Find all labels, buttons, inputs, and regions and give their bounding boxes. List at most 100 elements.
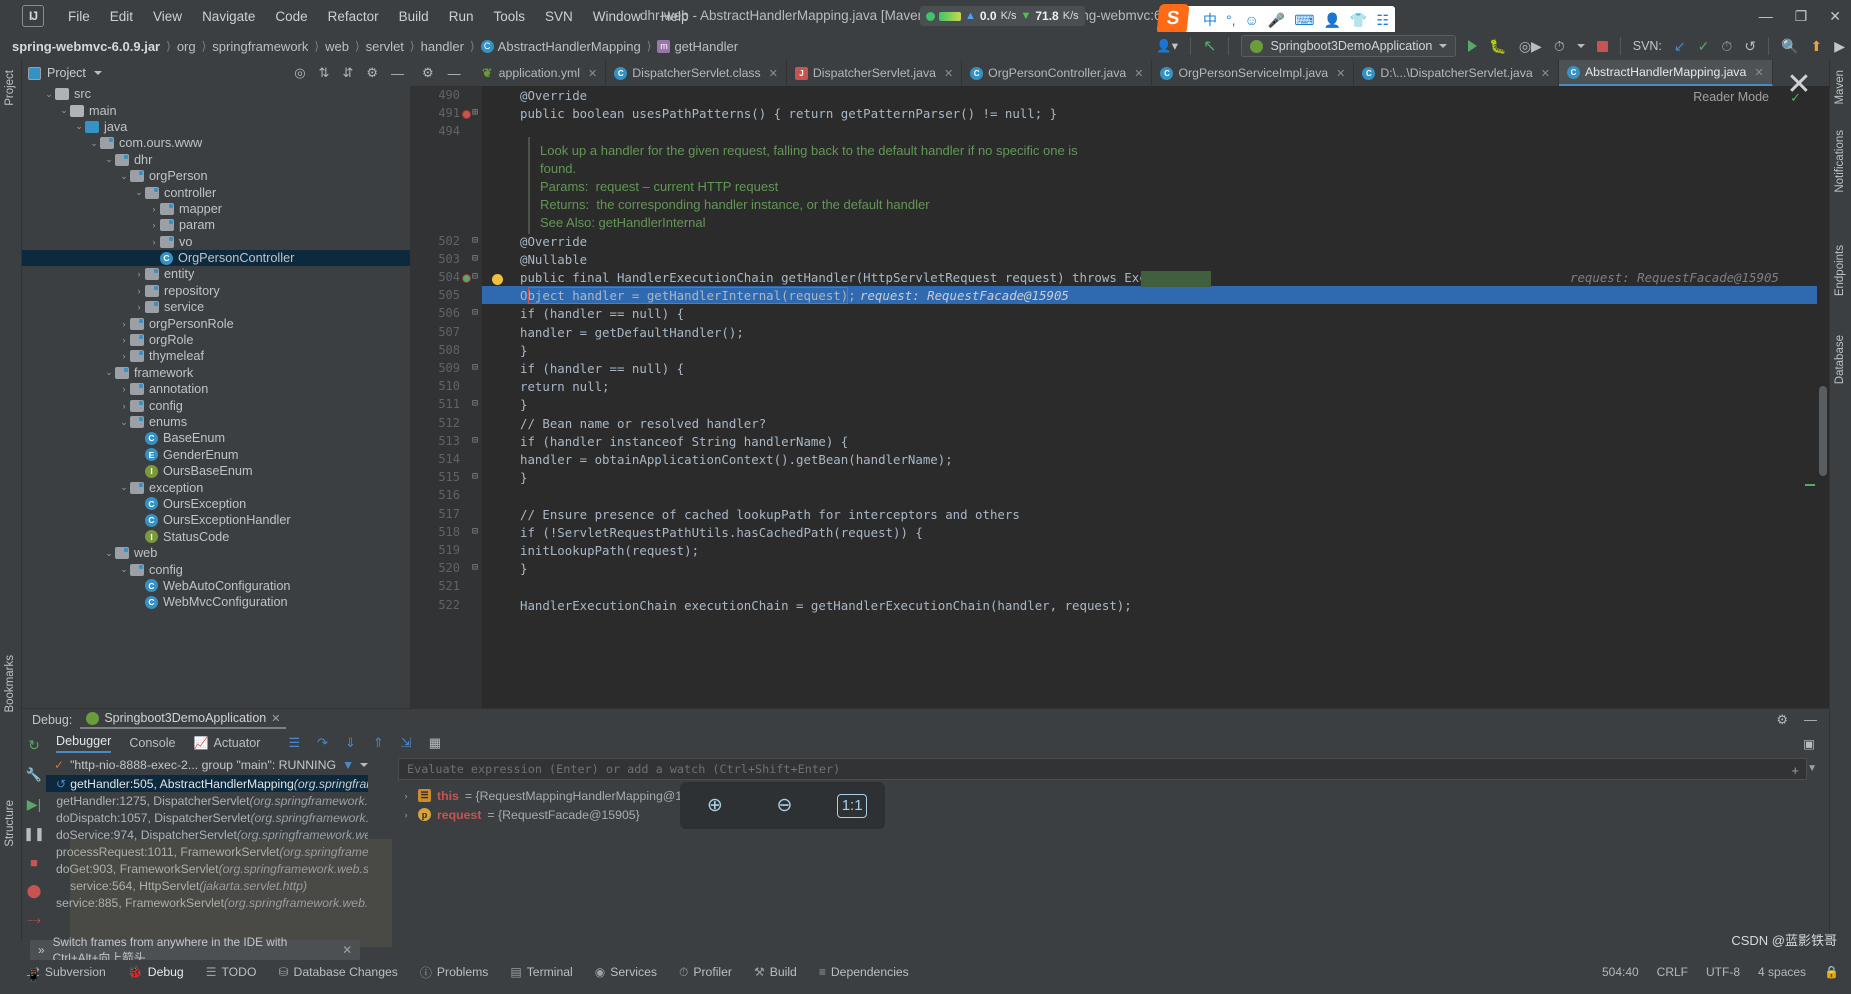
sidebar-item-project[interactable]: Project bbox=[4, 70, 16, 106]
step-out-icon[interactable]: ⇑ bbox=[373, 735, 384, 751]
file-encoding[interactable]: UTF-8 bbox=[1706, 965, 1740, 979]
breadcrumb-item-handler[interactable]: handler bbox=[421, 39, 464, 54]
indent-setting[interactable]: 4 spaces bbox=[1758, 965, 1806, 979]
reader-mode-label[interactable]: Reader Mode bbox=[1693, 90, 1769, 104]
settings-icon[interactable]: ⚙ bbox=[366, 65, 378, 81]
scrollbar-thumb[interactable] bbox=[1819, 386, 1827, 476]
chevron-down-icon[interactable]: ⌄ bbox=[118, 417, 130, 428]
code-line[interactable]: if (handler == null) { bbox=[520, 306, 684, 321]
code-line[interactable]: @Override bbox=[520, 88, 587, 103]
close-icon[interactable]: ✕ bbox=[271, 712, 280, 725]
tree-item-src[interactable]: ⌄ src bbox=[22, 86, 410, 102]
tree-item-orgperson[interactable]: ⌄ orgPerson bbox=[22, 168, 410, 184]
svn-commit-icon[interactable]: ✓ bbox=[1698, 38, 1710, 55]
code-line[interactable]: } bbox=[520, 561, 527, 576]
stack-frame-row[interactable]: processRequest:1011, FrameworkServlet (o… bbox=[46, 843, 368, 860]
breadcrumb-item-servlet[interactable]: servlet bbox=[366, 39, 404, 54]
svn-update-icon[interactable]: ↙ bbox=[1674, 38, 1686, 55]
chevron-right-icon[interactable]: › bbox=[118, 319, 130, 329]
zoom-in-icon[interactable]: ⊕ bbox=[698, 789, 732, 823]
menu-item-refactor[interactable]: Refactor bbox=[318, 5, 389, 28]
tree-item-main[interactable]: ⌄ main bbox=[22, 102, 410, 118]
chevron-down-icon[interactable]: ⌄ bbox=[118, 482, 130, 493]
tool-window-button-profiler[interactable]: ⏱ Profiler bbox=[679, 965, 732, 980]
chevron-down-icon[interactable]: ⌄ bbox=[103, 154, 115, 165]
tree-item-oursexceptionhandler[interactable]: C OursExceptionHandler bbox=[22, 512, 410, 528]
code-line[interactable]: @Override bbox=[520, 234, 587, 249]
caret-position[interactable]: 504:40 bbox=[1602, 965, 1639, 979]
layout-settings-icon[interactable]: ▣ bbox=[1803, 736, 1829, 751]
lock-icon[interactable]: 🔒 bbox=[1824, 965, 1839, 979]
toast-expand-icon[interactable]: » bbox=[38, 943, 45, 957]
close-button[interactable]: ✕ bbox=[1829, 8, 1841, 25]
ime-user-icon[interactable]: 👤 bbox=[1323, 13, 1340, 27]
view-breakpoints-icon[interactable]: ⬤ bbox=[27, 883, 42, 899]
editor-tab-d------dispatcherservlet-java[interactable]: C D:\...\DispatcherServlet.java ✕ bbox=[1354, 60, 1559, 86]
chevron-down-icon[interactable]: ⌄ bbox=[43, 89, 55, 100]
stack-frame-row[interactable]: doService:974, DispatcherServlet (org.sp… bbox=[46, 826, 368, 843]
tool-window-button-todo[interactable]: ☰ TODO bbox=[206, 965, 257, 979]
menu-item-tools[interactable]: Tools bbox=[483, 5, 535, 28]
tree-item-com-ours-www[interactable]: ⌄ com.ours.www bbox=[22, 135, 410, 151]
sidebar-item-database[interactable]: Database bbox=[1834, 335, 1846, 384]
code-line[interactable]: Params: request – current HTTP request bbox=[540, 179, 778, 194]
resume-program-icon[interactable]: ▶| bbox=[27, 796, 41, 813]
variable-row[interactable]: › p request = {RequestFacade@15905} bbox=[392, 805, 1829, 824]
menu-item-run[interactable]: Run bbox=[439, 5, 484, 28]
chevron-down-icon[interactable]: ⌄ bbox=[73, 121, 85, 132]
close-icon[interactable]: ✕ bbox=[1781, 68, 1817, 104]
ime-punctuation-icon[interactable]: °, bbox=[1226, 13, 1236, 27]
editor-tab-dispatcherservlet-java[interactable]: J DispatcherServlet.java ✕ bbox=[787, 60, 963, 86]
chevron-right-icon[interactable]: › bbox=[118, 384, 130, 394]
hide-panel-icon[interactable]: — bbox=[391, 66, 404, 81]
code-folding-icon[interactable]: ⊟ bbox=[472, 398, 478, 409]
tree-item-web[interactable]: ⌄ web bbox=[22, 545, 410, 561]
run-coverage-button[interactable]: ◎▶ bbox=[1519, 38, 1542, 55]
code-line[interactable]: } bbox=[520, 343, 527, 358]
editor-tab-orgpersoncontroller-java[interactable]: C OrgPersonController.java ✕ bbox=[962, 60, 1153, 86]
tool-window-button-dependencies[interactable]: ≡ Dependencies bbox=[819, 965, 909, 979]
close-icon[interactable]: ✕ bbox=[769, 67, 778, 80]
hide-panel-icon[interactable]: — bbox=[1804, 712, 1817, 728]
tree-item-oursbaseenum[interactable]: I OursBaseEnum bbox=[22, 463, 410, 479]
tree-item-thymeleaf[interactable]: › thymeleaf bbox=[22, 348, 410, 364]
ime-voice-icon[interactable]: 🎤 bbox=[1268, 13, 1285, 27]
sidebar-item-endpoints[interactable]: Endpoints bbox=[1834, 245, 1846, 296]
code-line[interactable]: public boolean usesPathPatterns() { retu… bbox=[520, 106, 1057, 121]
menu-item-edit[interactable]: Edit bbox=[100, 5, 143, 28]
editor-tab-dispatcherservlet-class[interactable]: C DispatcherServlet.class ✕ bbox=[606, 60, 787, 86]
tree-item-annotation[interactable]: › annotation bbox=[22, 381, 410, 397]
chevron-down-icon[interactable]: ⌄ bbox=[88, 138, 100, 149]
code-folding-icon[interactable]: ⊟ bbox=[472, 362, 478, 373]
add-watch-icon[interactable]: + bbox=[1791, 763, 1799, 778]
tree-item-dhr[interactable]: ⌄ dhr bbox=[22, 152, 410, 168]
minimize-button[interactable]: — bbox=[1759, 8, 1773, 24]
code-line[interactable]: HandlerExecutionChain executionChain = g… bbox=[520, 598, 1132, 613]
sync-icon[interactable]: ▶ bbox=[1834, 38, 1845, 55]
tree-item-statuscode[interactable]: I StatusCode bbox=[22, 529, 410, 545]
menu-item-file[interactable]: File bbox=[58, 5, 100, 28]
stack-frame-row[interactable]: getHandler:1275, DispatcherServlet (org.… bbox=[46, 792, 368, 809]
code-line[interactable]: } bbox=[520, 397, 527, 412]
code-line[interactable]: Look up a handler for the given request,… bbox=[540, 143, 1078, 158]
collapse-all-icon[interactable]: ⇵ bbox=[342, 65, 353, 81]
code-line[interactable]: } bbox=[520, 470, 527, 485]
code-folding-icon[interactable]: ⊟ bbox=[472, 471, 478, 482]
filter-icon[interactable]: ▼ bbox=[342, 758, 354, 772]
breadcrumb-item-class[interactable]: AbstractHandlerMapping bbox=[498, 39, 641, 54]
variable-row[interactable]: › ☰ this = {RequestMappingHandlerMapping@15… bbox=[392, 786, 1829, 805]
code-line[interactable]: handler = getDefaultHandler(); bbox=[520, 325, 744, 340]
close-icon[interactable]: ✕ bbox=[1336, 67, 1345, 80]
maximize-button[interactable]: ❐ bbox=[1795, 8, 1808, 25]
breadcrumb-item-springframework[interactable]: springframework bbox=[212, 39, 308, 54]
project-tree[interactable]: ⌄ src ⌄ main ⌄ java ⌄ com.ours.www ⌄ dhr ⌄ orgPerso… bbox=[22, 86, 410, 706]
stop-icon[interactable]: ■ bbox=[30, 855, 38, 870]
stack-frame-row[interactable]: service:885, FrameworkServlet (org.sprin… bbox=[46, 894, 368, 911]
tree-item-orgrole[interactable]: › orgRole bbox=[22, 332, 410, 348]
code-line[interactable]: @Nullable bbox=[520, 252, 587, 267]
intention-bulb-icon[interactable] bbox=[492, 274, 503, 285]
editor-tab-orgpersonserviceimpl-java[interactable]: C OrgPersonServiceImpl.java ✕ bbox=[1152, 60, 1355, 86]
evaluate-expression-icon[interactable]: ▦ bbox=[429, 735, 441, 751]
breadcrumb-item-org[interactable]: org bbox=[177, 39, 196, 54]
code-folding-icon[interactable]: ⊟ bbox=[472, 235, 478, 246]
